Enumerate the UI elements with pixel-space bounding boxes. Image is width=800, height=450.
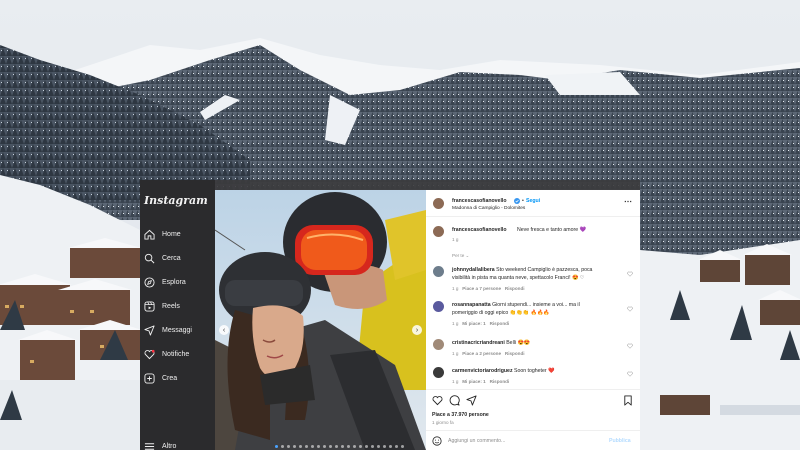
nav-more-label: Altro [162, 442, 177, 450]
reply-button[interactable]: Rispondi [490, 379, 510, 384]
chevron-down-icon: ⌄ [465, 253, 470, 258]
more-options-icon[interactable]: ⋯ [624, 197, 632, 206]
comment-input-divider [426, 430, 640, 431]
caption-text: Neve fresca e tanto amore 💜 [517, 227, 587, 233]
reply-button[interactable]: Rispondi [505, 286, 525, 291]
comment-likes[interactable]: Piace a 7 persone [462, 286, 501, 291]
nav-notifications-label: Notifiche [162, 350, 190, 358]
comment-text: Soon togheter ❤️ [514, 368, 555, 374]
comment-meta: 1 g Piace a 7 persone Rispondi [452, 286, 525, 291]
comment-meta: 1 g Piace a 2 persone Rispondi [452, 351, 525, 356]
reply-button[interactable]: Rispondi [490, 321, 510, 326]
search-icon [144, 253, 155, 263]
reels-icon [144, 300, 155, 312]
nav-messages-label: Messaggi [162, 326, 192, 334]
post-photo[interactable]: ‹ › [215, 190, 426, 450]
comment-text: Sto weekend Campiglio è pazzesca, poca [496, 267, 593, 273]
comment-time: 1 g [452, 379, 459, 384]
home-icon [144, 229, 155, 240]
nav-explore-label: Esplora [162, 278, 186, 286]
share-icon[interactable] [466, 395, 477, 406]
selfie-image [215, 190, 426, 450]
comment-avatar[interactable] [433, 301, 444, 312]
comment-likes[interactable]: Mi piace: 1 [462, 321, 486, 326]
nav-notifications[interactable]: Notifiche [144, 345, 189, 363]
author-username[interactable]: francescasofianovello [452, 198, 507, 204]
comment-line: carmenvictoriarodriguez Soon togheter ❤️ [452, 368, 555, 374]
caption-time: 1 g [452, 237, 459, 242]
comment-input[interactable]: Aggiungi un commento... [448, 438, 505, 444]
nav-home[interactable]: Home [144, 225, 181, 243]
plus-square-icon [144, 372, 155, 384]
post-time: 1 giorno fa [432, 420, 454, 425]
nav-explore[interactable]: Esplora [144, 273, 186, 291]
caption-avatar[interactable] [433, 226, 444, 237]
comment-text: Belli 😍😍 [506, 340, 531, 346]
comment-likes[interactable]: Piace a 2 persone [462, 351, 501, 356]
like-comment-heart-icon[interactable] [627, 306, 633, 312]
comment-icon[interactable] [449, 395, 460, 406]
like-comment-heart-icon[interactable] [627, 271, 633, 277]
nav-create[interactable]: Crea [144, 369, 177, 387]
like-comment-heart-icon[interactable] [627, 371, 633, 377]
comment-username[interactable]: rosannapanatta [452, 302, 491, 308]
comment-filter-dropdown[interactable]: Per te ⌄ [452, 253, 469, 259]
comment-line: cristinacricriandreani Belli 😍😍 [452, 340, 530, 346]
menu-icon [144, 442, 155, 450]
nav-search-label: Cerca [162, 254, 181, 262]
nav-more[interactable]: Altro [144, 437, 176, 450]
publish-button[interactable]: Pubblica [609, 438, 631, 444]
nav-home-label: Home [162, 230, 181, 238]
like-comment-heart-icon[interactable] [627, 343, 633, 349]
emoji-icon[interactable] [432, 436, 442, 446]
comment-username[interactable]: cristinacricriandreani [452, 340, 505, 346]
sidebar: Instagram Home Cerca Esplora Reels Messa… [140, 180, 215, 450]
comment-time: 1 g [452, 321, 459, 326]
carousel-dots [275, 445, 404, 448]
comment-avatar[interactable] [433, 367, 444, 378]
comment-text-line2: pomeriggio di oggi epico 👏👏👏 🔥🔥🔥 [452, 310, 550, 316]
author-avatar[interactable] [433, 198, 444, 209]
follow-button[interactable]: Segui [526, 198, 540, 204]
nav-reels-label: Reels [162, 302, 180, 310]
comment-likes[interactable]: Mi piace: 1 [462, 379, 486, 384]
compass-icon [144, 276, 155, 288]
follow-separator: • [522, 198, 524, 204]
header-divider [426, 216, 640, 217]
previous-arrow-button[interactable]: ‹ [219, 325, 229, 335]
comment-line: rosannapanatta Giorni stupendi... insiem… [452, 302, 580, 308]
nav-messages[interactable]: Messaggi [144, 321, 192, 339]
nav-reels[interactable]: Reels [144, 297, 180, 315]
verified-badge-icon [514, 198, 520, 204]
like-heart-icon[interactable] [432, 395, 443, 406]
actions-divider [426, 389, 640, 390]
next-arrow-button[interactable]: › [412, 325, 422, 335]
comment-avatar[interactable] [433, 339, 444, 350]
comment-text: Giorni stupendi... insieme a voi... ma i… [492, 302, 580, 308]
comment-filter-label: Per te [452, 253, 465, 258]
comment-text-line2: visibilità in pista ma quanta neve, spet… [452, 275, 585, 281]
comment-line: johnnydallalibera Sto weekend Campiglio … [452, 267, 592, 273]
post-location[interactable]: Madonna di Campiglio - Dolomites [452, 206, 525, 211]
bookmark-icon[interactable] [623, 395, 633, 406]
comment-meta: 1 g Mi piace: 1 Rispondi [452, 321, 509, 326]
messenger-icon [144, 324, 155, 336]
comment-time: 1 g [452, 351, 459, 356]
instagram-logo[interactable]: Instagram [144, 194, 208, 207]
comment-username[interactable]: johnnydallalibera [452, 267, 495, 273]
nav-search[interactable]: Cerca [144, 249, 181, 267]
comment-username[interactable]: carmenvictoriarodriguez [452, 368, 513, 374]
nav-create-label: Crea [162, 374, 178, 382]
comment-avatar[interactable] [433, 266, 444, 277]
instagram-window: Instagram Home Cerca Esplora Reels Messa… [140, 180, 640, 450]
likes-count[interactable]: Piace a 37.970 persone [432, 412, 489, 418]
caption-username[interactable]: francescasofianovello [452, 227, 507, 233]
reply-button[interactable]: Rispondi [505, 351, 525, 356]
post-details-panel: francescasofianovello • Segui Madonna di… [426, 190, 640, 450]
comment-meta: 1 g Mi piace: 1 Rispondi [452, 379, 509, 384]
heart-icon [144, 349, 155, 359]
comment-time: 1 g [452, 286, 459, 291]
